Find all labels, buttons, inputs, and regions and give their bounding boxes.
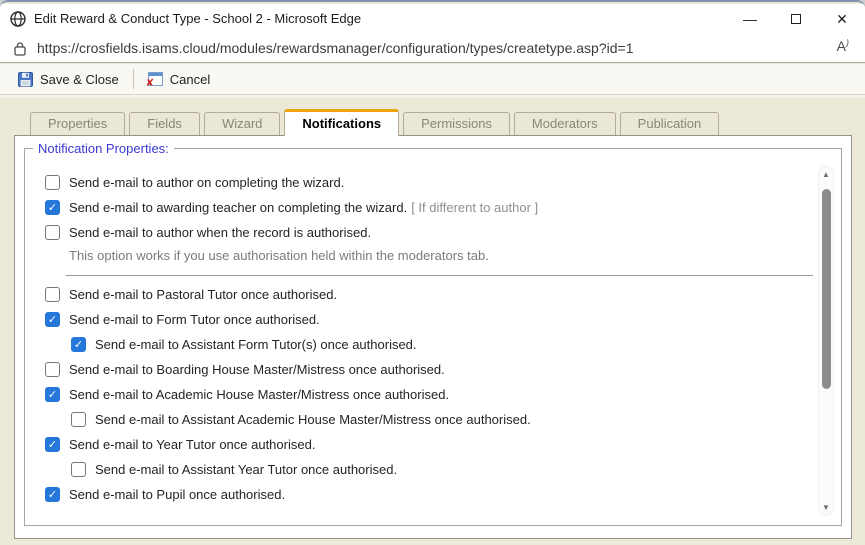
tab-fields[interactable]: Fields [129, 112, 200, 135]
tab-properties[interactable]: Properties [30, 112, 125, 135]
cancel-button[interactable]: ✘ Cancel [142, 69, 216, 90]
tab-label: Notifications [302, 116, 381, 131]
checkbox[interactable]: ✓ [45, 387, 60, 402]
notification-row: Send e-mail to author on completing the … [45, 174, 837, 190]
checkbox-label: Send e-mail to author on completing the … [69, 175, 344, 190]
tab-permissions[interactable]: Permissions [403, 112, 510, 135]
notification-scroll-area: Send e-mail to author on completing the … [29, 162, 837, 520]
checkbox[interactable]: ✓ [45, 200, 60, 215]
checkbox[interactable] [71, 412, 86, 427]
tab-moderators[interactable]: Moderators [514, 112, 616, 135]
checkbox[interactable]: ✓ [45, 437, 60, 452]
cancel-icon: ✘ [148, 72, 163, 86]
scroll-thumb[interactable] [822, 189, 831, 389]
tab-label: Fields [147, 116, 182, 131]
checkbox[interactable]: ✓ [45, 312, 60, 327]
tab-publication[interactable]: Publication [620, 112, 720, 135]
fieldset-legend: Notification Properties: [33, 141, 174, 156]
save-close-label: Save & Close [40, 72, 119, 87]
checkbox-note: This option works if you use authorisati… [69, 248, 837, 263]
section-divider [66, 275, 813, 276]
save-icon [18, 72, 33, 87]
scrollbar[interactable]: ▲ ▼ [818, 166, 834, 516]
checkbox[interactable] [45, 225, 60, 240]
tab-strip: Properties Fields Wizard Notifications P… [30, 109, 723, 135]
title-bar: Edit Reward & Conduct Type - School 2 - … [0, 4, 865, 34]
read-aloud-icon[interactable]: A) [837, 38, 849, 54]
minimize-button[interactable]: — [727, 4, 773, 34]
notification-row: ✓ Send e-mail to Pupil once authorised. [45, 486, 837, 502]
tab-wizard[interactable]: Wizard [204, 112, 280, 135]
checkbox-label: Send e-mail to Academic House Master/Mis… [69, 387, 449, 402]
checkbox[interactable] [45, 175, 60, 190]
notification-row: ✓ Send e-mail to Year Tutor once authori… [45, 436, 837, 452]
tab-content-panel: Notification Properties: Send e-mail to … [14, 135, 852, 539]
notification-properties-fieldset: Notification Properties: Send e-mail to … [24, 141, 842, 526]
checkbox-label: Send e-mail to Pupil once authorised. [69, 487, 285, 502]
notification-row: Send e-mail to Assistant Year Tutor once… [71, 461, 837, 477]
window-controls: — ✕ [727, 4, 865, 34]
lock-icon [13, 41, 27, 56]
url-text[interactable]: https://crosfields.isams.cloud/modules/r… [37, 34, 633, 62]
checkbox-label: Send e-mail to Boarding House Master/Mis… [69, 362, 445, 377]
checkbox[interactable] [71, 462, 86, 477]
globe-icon [10, 11, 26, 27]
checkbox-label: Send e-mail to Assistant Year Tutor once… [95, 462, 397, 477]
notification-row: ✓ Send e-mail to awarding teacher on com… [45, 199, 837, 215]
notification-row: Send e-mail to Boarding House Master/Mis… [45, 361, 837, 377]
cancel-label: Cancel [170, 72, 210, 87]
save-close-button[interactable]: Save & Close [12, 69, 125, 90]
checkbox-label: Send e-mail to Assistant Form Tutor(s) o… [95, 337, 417, 352]
tab-label: Moderators [532, 116, 598, 131]
checkbox-label: Send e-mail to Year Tutor once authorise… [69, 437, 315, 452]
notification-row: Send e-mail to Pastoral Tutor once autho… [45, 286, 837, 302]
scroll-up-icon[interactable]: ▲ [819, 170, 833, 179]
toolbar: Save & Close ✘ Cancel [0, 64, 865, 95]
notification-row: Send e-mail to author when the record is… [45, 224, 837, 240]
tab-notifications[interactable]: Notifications [284, 109, 399, 136]
checkbox-label: Send e-mail to Pastoral Tutor once autho… [69, 287, 337, 302]
maximize-button[interactable] [773, 4, 819, 34]
scroll-down-icon[interactable]: ▼ [819, 503, 833, 512]
tab-label: Permissions [421, 116, 492, 131]
checkbox-label: Send e-mail to Assistant Academic House … [95, 412, 531, 427]
checkbox-label-suffix: [ If different to author ] [411, 200, 538, 215]
notification-row: ✓ Send e-mail to Academic House Master/M… [45, 386, 837, 402]
checkbox[interactable] [45, 362, 60, 377]
notification-row: Send e-mail to Assistant Academic House … [71, 411, 837, 427]
address-bar[interactable]: https://crosfields.isams.cloud/modules/r… [0, 34, 865, 63]
window-title: Edit Reward & Conduct Type - School 2 - … [34, 4, 361, 34]
checkbox-label: Send e-mail to awarding teacher on compl… [69, 200, 407, 215]
tab-label: Wizard [222, 116, 262, 131]
checkbox-label: Send e-mail to author when the record is… [69, 225, 371, 240]
checkbox[interactable]: ✓ [45, 487, 60, 502]
close-button[interactable]: ✕ [819, 4, 865, 34]
toolbar-separator [133, 69, 134, 89]
maximize-icon [791, 14, 801, 24]
checkbox[interactable]: ✓ [71, 337, 86, 352]
browser-window: Edit Reward & Conduct Type - School 2 - … [0, 0, 865, 545]
tab-label: Publication [638, 116, 702, 131]
notification-row: ✓ Send e-mail to Assistant Form Tutor(s)… [71, 336, 837, 352]
tab-label: Properties [48, 116, 107, 131]
checkbox-label: Send e-mail to Form Tutor once authorise… [69, 312, 320, 327]
notification-row: ✓ Send e-mail to Form Tutor once authori… [45, 311, 837, 327]
checkbox[interactable] [45, 287, 60, 302]
page-body: Properties Fields Wizard Notifications P… [0, 95, 865, 545]
